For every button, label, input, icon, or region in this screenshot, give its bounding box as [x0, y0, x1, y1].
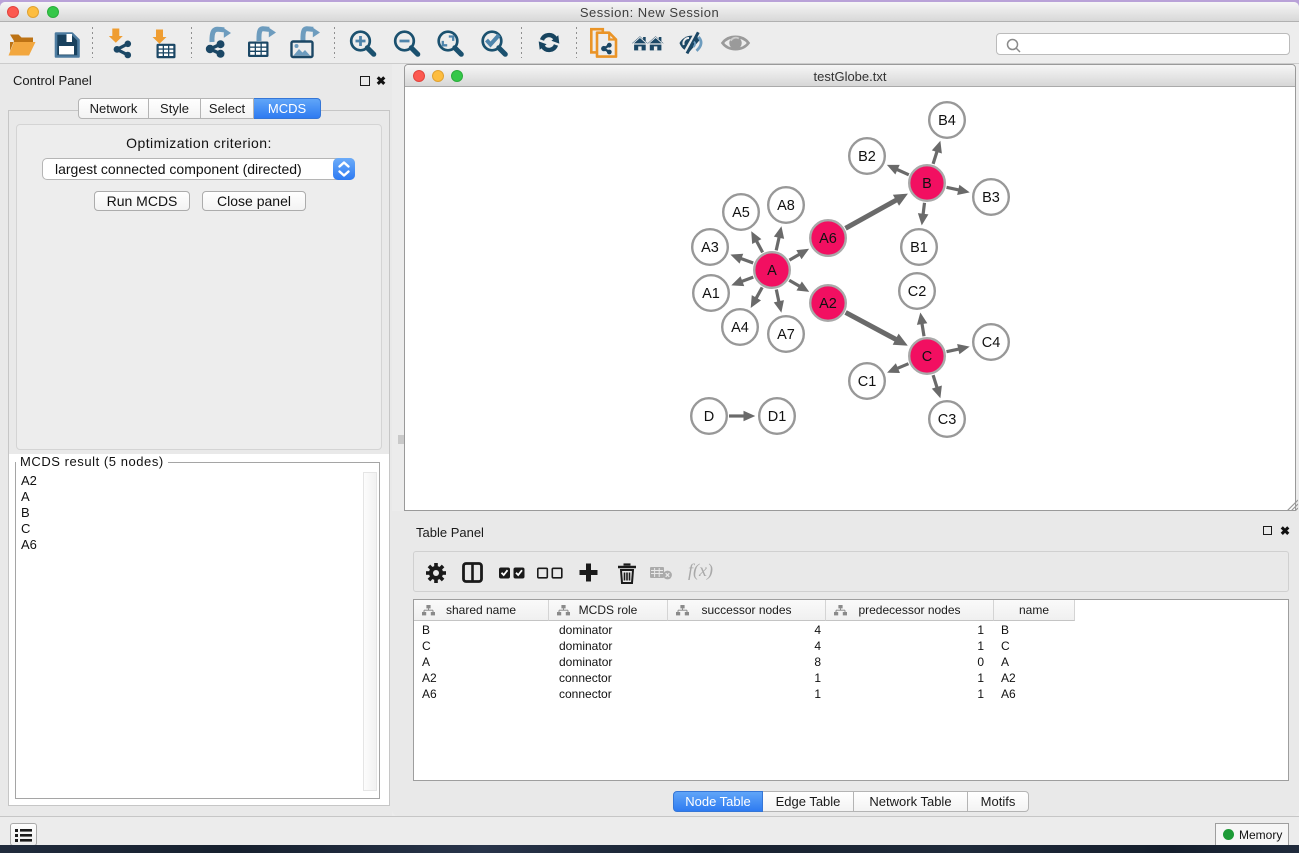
svg-text:A8: A8	[777, 198, 795, 214]
svg-text:C: C	[922, 349, 932, 365]
svg-text:A5: A5	[732, 205, 750, 221]
svg-text:C3: C3	[938, 412, 957, 428]
svg-text:A3: A3	[701, 240, 719, 256]
svg-text:A4: A4	[731, 320, 749, 336]
svg-text:B2: B2	[858, 149, 876, 165]
svg-text:D: D	[704, 409, 714, 425]
svg-text:B3: B3	[982, 190, 1000, 206]
svg-text:A: A	[767, 263, 777, 279]
svg-text:C2: C2	[908, 284, 927, 300]
svg-text:C4: C4	[982, 335, 1001, 351]
svg-text:A1: A1	[702, 286, 720, 302]
svg-text:C1: C1	[858, 374, 877, 390]
svg-text:B1: B1	[910, 240, 928, 256]
svg-text:A6: A6	[819, 231, 837, 247]
svg-text:B: B	[922, 176, 932, 192]
svg-text:A7: A7	[777, 327, 795, 343]
svg-text:B4: B4	[938, 113, 956, 129]
svg-text:D1: D1	[768, 409, 787, 425]
svg-text:A2: A2	[819, 296, 837, 312]
